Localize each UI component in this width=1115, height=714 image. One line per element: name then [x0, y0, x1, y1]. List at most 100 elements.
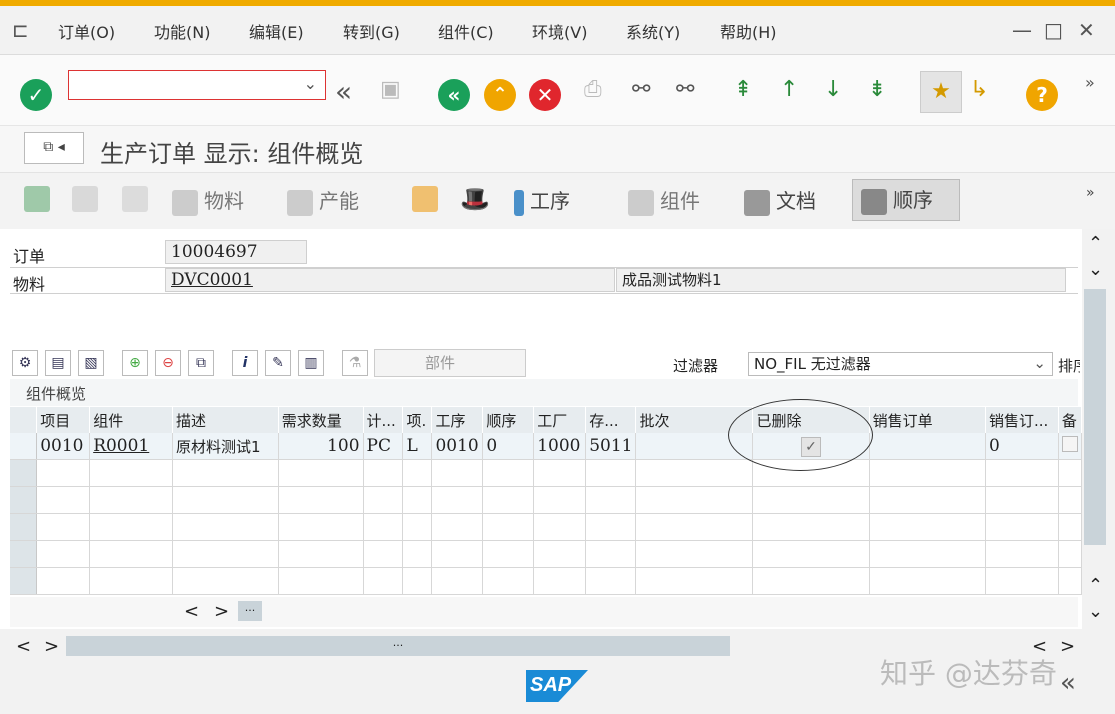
double-left-icon[interactable]: «	[335, 75, 352, 108]
parts-button[interactable]: 部件	[374, 349, 526, 377]
maximize-button[interactable]: □	[1044, 18, 1063, 42]
find-icon[interactable]: ⚯	[632, 77, 650, 102]
calculator-icon[interactable]	[122, 185, 154, 212]
cell-component[interactable]: R0001	[89, 433, 173, 460]
menu-functions[interactable]: 功能(N)	[154, 19, 210, 43]
flask-icon[interactable]: ⚗	[342, 350, 368, 376]
scroll-up-icon[interactable]: ⌃	[1088, 233, 1103, 254]
scroll-right-icon[interactable]: >	[1060, 636, 1075, 657]
material-field[interactable]: DVC0001	[165, 268, 615, 292]
app-toolbar-more-icon[interactable]: »	[1086, 185, 1095, 201]
menu-edit[interactable]: 编辑(E)	[249, 19, 304, 43]
scroll-down-icon[interactable]: ⌄	[1088, 601, 1103, 622]
order-field[interactable]: 10004697	[165, 240, 307, 264]
pager-prev-icon[interactable]: <	[184, 601, 199, 622]
close-button[interactable]: ✕	[1078, 18, 1095, 42]
help-icon[interactable]: ?	[1026, 79, 1058, 111]
cell-plant: 1000	[533, 433, 587, 460]
hscroll-thumb[interactable]: ···	[66, 636, 730, 656]
components-button[interactable]: 组件	[628, 185, 700, 216]
select-all-icon[interactable]: ▤	[45, 350, 71, 376]
flag-icon[interactable]	[24, 185, 56, 212]
delete-row-icon[interactable]: ⊖	[155, 350, 181, 376]
menu-goto[interactable]: 转到(G)	[343, 19, 400, 43]
material-icon	[172, 189, 198, 216]
double-left-icon[interactable]: «	[1060, 668, 1076, 698]
copy-icon[interactable]: ⧉	[188, 350, 214, 376]
pager-dots[interactable]: ···	[238, 601, 262, 621]
menu-window-icon[interactable]: ⊏	[12, 18, 29, 42]
menu-help[interactable]: 帮助(H)	[720, 19, 777, 43]
table-row[interactable]	[10, 486, 1083, 514]
previous-page-icon[interactable]: ↑	[780, 77, 798, 102]
back-icon[interactable]: «	[438, 79, 470, 111]
calendar-icon[interactable]	[72, 185, 104, 212]
column-header[interactable]: 需求数量	[278, 407, 364, 433]
cancel-icon[interactable]: ✕	[529, 79, 561, 111]
column-header[interactable]: 销售订...	[985, 407, 1059, 433]
table-row[interactable]	[10, 540, 1083, 568]
enter-check-icon[interactable]: ✓	[20, 79, 52, 111]
column-header[interactable]: 存...	[585, 407, 637, 433]
hierarchy-icon[interactable]	[412, 185, 444, 212]
system-menu-icon[interactable]: ⧉ ◂	[24, 132, 84, 164]
scroll-right-icon[interactable]: >	[44, 636, 59, 657]
column-header[interactable]: 销售订单	[869, 407, 986, 433]
favorite-window-icon[interactable]: ★	[920, 71, 962, 113]
vertical-scrollbar[interactable]: ⌃ ⌄ ⌃ ⌄	[1082, 229, 1115, 629]
pager-next-icon[interactable]: >	[214, 601, 229, 622]
documents-button[interactable]: 文档	[744, 185, 816, 216]
row-selector[interactable]	[10, 433, 38, 460]
menu-bar: ⊏ 订单(O) 功能(N) 编辑(E) 转到(G) 组件(C) 环境(V) 系统…	[0, 6, 1115, 55]
toolbar-more-icon[interactable]: »	[1085, 73, 1095, 92]
edit-icon[interactable]: ✎	[265, 350, 291, 376]
command-field[interactable]: ⌄	[68, 70, 326, 100]
minimize-button[interactable]: —	[1012, 18, 1032, 42]
operations-button[interactable]: 工序	[514, 185, 570, 216]
deselect-icon[interactable]: ▧	[78, 350, 104, 376]
column-header[interactable]: 计...	[363, 407, 404, 433]
column-header[interactable]: 备	[1058, 407, 1083, 433]
add-row-icon[interactable]: ⊕	[122, 350, 148, 376]
filter-select[interactable]: NO_FIL 无过滤器 ⌄	[748, 352, 1053, 376]
column-header[interactable]: 项目	[36, 407, 91, 433]
chevron-down-icon[interactable]: ⌄	[304, 74, 317, 93]
column-header[interactable]: 项.	[402, 407, 433, 433]
material-button[interactable]: 物料	[172, 185, 244, 216]
table-row[interactable]: 0010 R0001 原材料测试1 100 PC L 0010 0 1000 5…	[10, 433, 1083, 460]
column-header[interactable]: 顺序	[482, 407, 535, 433]
scroll-down-icon[interactable]: ⌄	[1088, 259, 1103, 280]
next-page-icon[interactable]: ↓	[824, 77, 842, 102]
scroll-left-icon[interactable]: <	[16, 636, 31, 657]
table-row[interactable]	[10, 567, 1083, 595]
column-header[interactable]: 工厂	[533, 407, 587, 433]
menu-environment[interactable]: 环境(V)	[532, 19, 587, 43]
column-header[interactable]: 工序	[431, 407, 484, 433]
hat-icon[interactable]: 🎩	[460, 185, 490, 213]
scroll-thumb[interactable]	[1084, 289, 1106, 545]
print-icon[interactable]: ⎙	[584, 77, 602, 102]
menu-system[interactable]: 系统(Y)	[626, 19, 680, 43]
first-page-icon[interactable]: ⇞	[734, 77, 752, 102]
generate-shortcut-icon[interactable]: ↳	[970, 77, 988, 102]
detail-icon[interactable]: ⚙	[12, 350, 38, 376]
cell-storage: 5011	[585, 433, 637, 460]
operations-label: 工序	[530, 189, 570, 213]
capacity-button[interactable]: 产能	[287, 185, 359, 216]
menu-order[interactable]: 订单(O)	[58, 19, 115, 43]
sequences-button[interactable]: 顺序	[852, 179, 960, 221]
last-page-icon[interactable]: ⇟	[868, 77, 886, 102]
columns-icon[interactable]: ▥	[298, 350, 324, 376]
find-next-icon[interactable]: ⚯	[676, 77, 694, 102]
table-row[interactable]	[10, 513, 1083, 541]
column-header[interactable]: 描述	[172, 407, 279, 433]
row-selector-header[interactable]	[10, 407, 38, 433]
capacity-label: 产能	[319, 189, 359, 213]
info-icon[interactable]: i	[232, 350, 258, 376]
table-row[interactable]	[10, 459, 1083, 487]
menu-components[interactable]: 组件(C)	[438, 19, 494, 43]
scroll-up-icon[interactable]: ⌃	[1088, 575, 1103, 596]
column-header[interactable]: 组件	[89, 407, 173, 433]
save-icon[interactable]: ▣	[380, 77, 401, 102]
exit-icon[interactable]: ⌃	[484, 79, 516, 111]
